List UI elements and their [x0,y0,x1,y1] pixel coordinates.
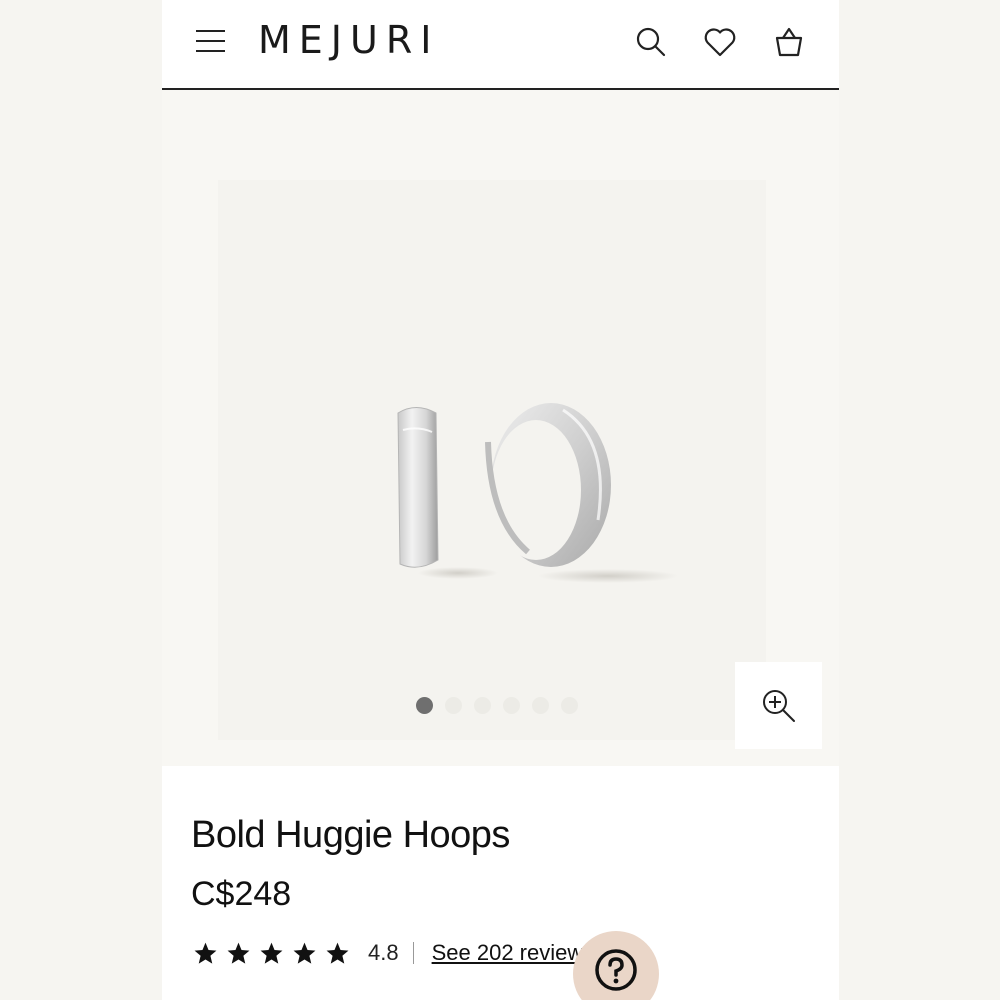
image-carousel-dots [416,697,578,715]
star-icon [227,942,250,964]
star-icon [326,942,349,964]
carousel-dot[interactable] [474,697,491,714]
product-price: C$248 [191,875,292,913]
carousel-dot[interactable] [532,697,549,714]
zoom-in-icon [762,689,795,722]
brand-logo[interactable]: MEJURI [258,17,439,63]
product-image[interactable] [218,180,766,740]
star-icon [260,942,283,964]
bag-icon[interactable] [771,24,807,60]
product-info: Bold Huggie Hoops C$248 4.8 See 202 revi… [162,766,839,1000]
product-page: MEJURI Bold Huggie Hoops C$248 4.8 See 2… [162,0,839,1000]
zoom-button[interactable] [735,662,822,749]
site-header: MEJURI [162,0,839,90]
carousel-dot[interactable] [503,697,520,714]
search-icon[interactable] [633,24,669,60]
menu-icon[interactable] [196,28,226,54]
product-rating: 4.8 See 202 reviews [193,936,594,970]
see-reviews-link[interactable]: See 202 reviews [432,940,595,966]
carousel-dot[interactable] [445,697,462,714]
star-icon [194,942,217,964]
carousel-dot[interactable] [561,697,578,714]
heart-icon[interactable] [702,24,738,60]
rating-value: 4.8 [368,940,399,965]
star-rating [193,941,350,966]
question-icon [595,949,637,991]
product-title: Bold Huggie Hoops [191,814,510,856]
carousel-dot[interactable] [416,697,433,714]
divider [412,942,414,964]
star-icon [293,942,316,964]
